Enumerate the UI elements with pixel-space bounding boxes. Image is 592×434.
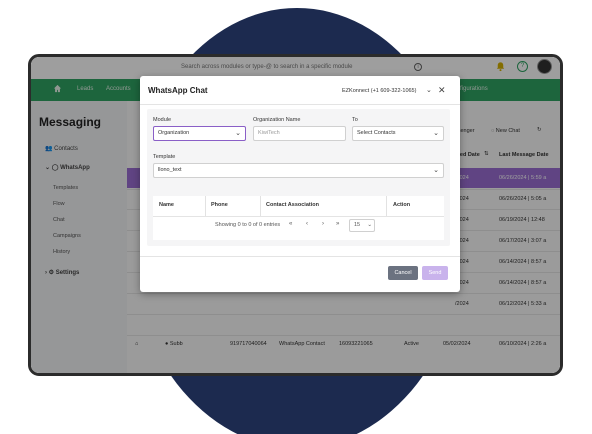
- sender-number-select[interactable]: EZKonnect (+1 609-322-1065): [342, 88, 416, 94]
- modal-footer-divider: [140, 256, 460, 257]
- prev-page-button[interactable]: ‹: [306, 221, 308, 227]
- send-button[interactable]: Send: [422, 266, 448, 280]
- template-select[interactable]: llono_text ⌄: [153, 163, 444, 178]
- template-label: Template: [153, 154, 176, 160]
- column-separator: [205, 196, 206, 216]
- table-header-divider: [153, 216, 444, 217]
- entries-info: Showing 0 to 0 of 0 entries: [215, 222, 281, 228]
- cancel-button[interactable]: Cancel: [388, 266, 418, 280]
- column-name: Name: [159, 202, 174, 208]
- module-value: Organization: [158, 130, 190, 136]
- chevron-down-icon: ⌄: [367, 222, 372, 228]
- column-separator: [260, 196, 261, 216]
- module-label: Module: [153, 117, 172, 123]
- organization-name-field[interactable]: KiwiTech: [253, 126, 346, 141]
- organization-name-label: Organization Name: [253, 117, 301, 123]
- modal-title: WhatsApp Chat: [148, 86, 208, 95]
- column-action: Action: [393, 202, 411, 208]
- whatsapp-chat-modal: WhatsApp Chat EZKonnect (+1 609-322-1065…: [140, 76, 460, 292]
- first-page-button[interactable]: «: [289, 221, 292, 227]
- to-label: To: [352, 117, 358, 123]
- to-contacts-select[interactable]: Select Contacts ⌄: [352, 126, 444, 141]
- app-window: Search across modules or type-@ to searc…: [28, 54, 563, 376]
- chevron-down-icon: ⌄: [235, 130, 241, 137]
- page-size-value: 15: [354, 222, 361, 228]
- organization-name-value: KiwiTech: [258, 130, 280, 136]
- column-contact-association: Contact Association: [266, 202, 319, 208]
- last-page-button[interactable]: »: [336, 221, 339, 227]
- column-phone: Phone: [211, 202, 228, 208]
- close-icon[interactable]: ✕: [438, 85, 446, 96]
- column-separator: [386, 196, 387, 216]
- contacts-table: Name Phone Contact Association Action Sh…: [153, 196, 444, 240]
- chevron-down-icon[interactable]: ⌄: [426, 86, 432, 94]
- to-contacts-value: Select Contacts: [357, 130, 396, 136]
- next-page-button[interactable]: ›: [322, 221, 324, 227]
- module-select[interactable]: Organization ⌄: [153, 126, 246, 141]
- form-card: Module Organization ⌄ Organization Name …: [147, 109, 450, 246]
- page-size-select[interactable]: 15 ⌄: [349, 219, 375, 232]
- chevron-down-icon: ⌄: [433, 130, 439, 137]
- modal-header-divider: [140, 104, 460, 105]
- template-value: llono_text: [158, 167, 182, 173]
- chevron-down-icon: ⌄: [433, 167, 439, 174]
- stage: Search across modules or type-@ to searc…: [0, 0, 592, 434]
